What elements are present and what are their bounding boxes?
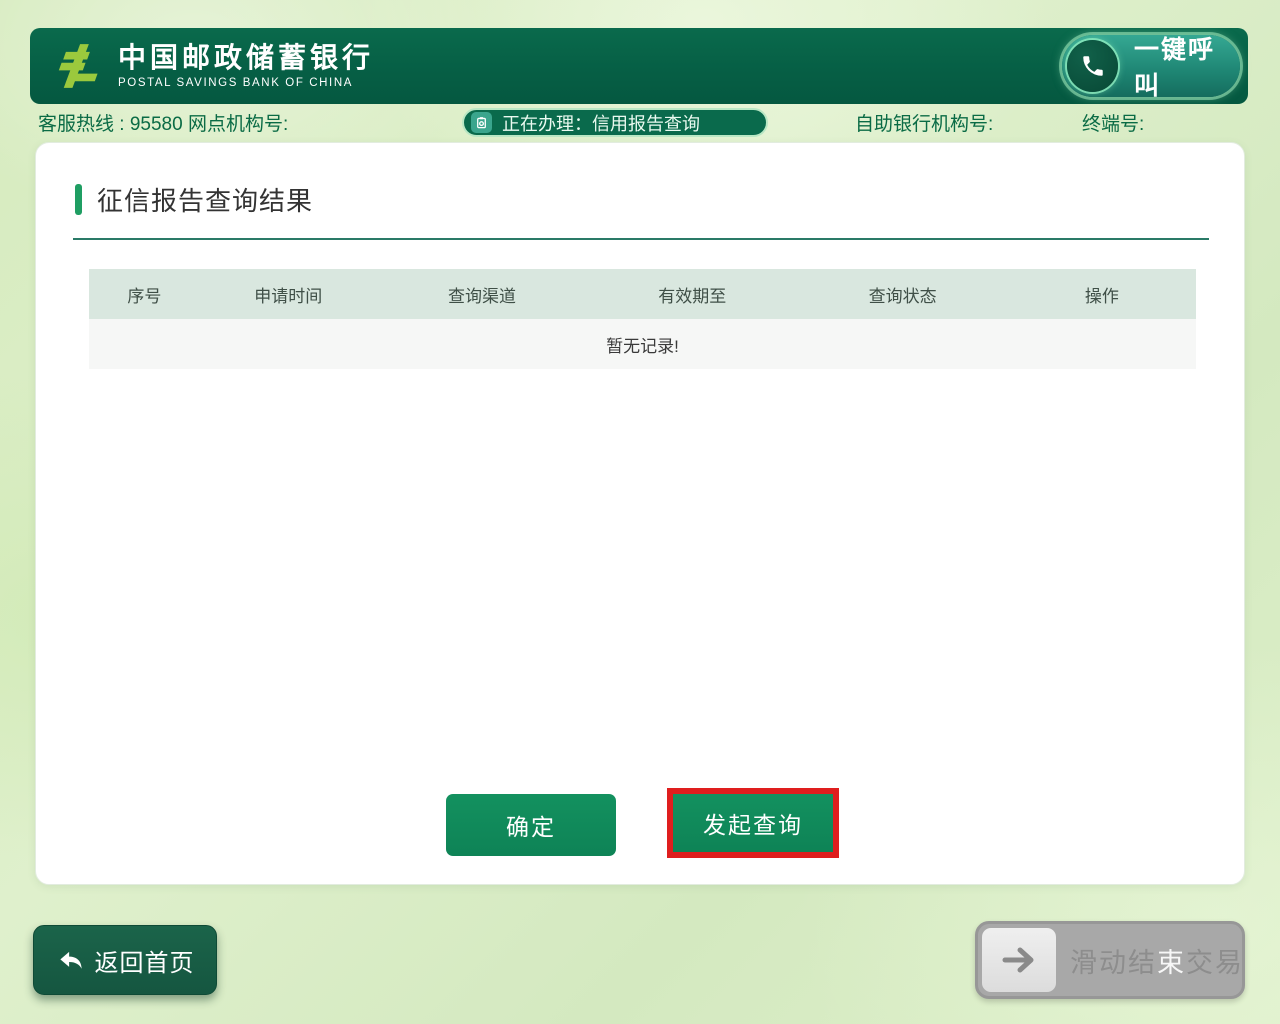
table-empty-row: 暂无记录! bbox=[89, 319, 1196, 369]
phone-icon bbox=[1067, 40, 1118, 92]
self-bank-org-label: 自助银行机构号: bbox=[855, 109, 993, 136]
col-header-status: 查询状态 bbox=[797, 282, 1007, 307]
bank-name-en: POSTAL SAVINGS BANK OF CHINA bbox=[118, 77, 374, 89]
col-header-apply-time: 申请时间 bbox=[200, 282, 377, 307]
right-arrow-icon bbox=[999, 943, 1039, 977]
col-header-channel: 查询渠道 bbox=[377, 282, 587, 307]
back-home-button[interactable]: 返回首页 bbox=[33, 925, 217, 995]
china-post-emblem-icon bbox=[52, 42, 106, 90]
one-key-call-button[interactable]: 一键呼叫 bbox=[1062, 35, 1240, 97]
processing-value: 信用报告查询 bbox=[592, 110, 700, 136]
screen: 中国邮政储蓄银行 POSTAL SAVINGS BANK OF CHINA 一键… bbox=[0, 0, 1280, 1024]
slider-label-prefix: 滑动结 bbox=[1070, 948, 1157, 978]
hotline-and-branch-label: 客服热线 : 95580 网点机构号: bbox=[38, 109, 288, 136]
slider-label-highlight: 束 bbox=[1157, 948, 1186, 978]
reply-arrow-icon bbox=[56, 945, 86, 975]
processing-label: 正在办理： bbox=[502, 110, 592, 136]
initiate-query-highlight-box: 发起查询 bbox=[667, 788, 839, 858]
bank-logo: 中国邮政储蓄银行 POSTAL SAVINGS BANK OF CHINA bbox=[52, 42, 374, 90]
bank-name-cn: 中国邮政储蓄银行 bbox=[118, 43, 374, 74]
slider-label-suffix: 交易 bbox=[1186, 948, 1244, 978]
top-header-bar: 中国邮政储蓄银行 POSTAL SAVINGS BANK OF CHINA 一键… bbox=[30, 28, 1248, 104]
clipboard-icon bbox=[471, 112, 492, 133]
empty-records-text: 暂无记录! bbox=[606, 332, 679, 357]
title-divider bbox=[73, 238, 1209, 240]
page-title: 征信报告查询结果 bbox=[97, 181, 313, 218]
action-button-row: 确定 发起查询 bbox=[36, 788, 1244, 868]
title-accent-bar bbox=[75, 184, 82, 215]
info-bar: 客服热线 : 95580 网点机构号: 正在办理： 信用报告查询 自助银行机构号… bbox=[0, 106, 1280, 138]
col-header-operation: 操作 bbox=[1008, 282, 1196, 307]
terminal-id-label: 终端号: bbox=[1082, 109, 1144, 136]
initiate-query-button[interactable]: 发起查询 bbox=[673, 794, 833, 852]
slider-label: 滑动结束交易 bbox=[1070, 941, 1244, 980]
back-home-label: 返回首页 bbox=[95, 943, 195, 978]
result-panel: 征信报告查询结果 序号 申请时间 查询渠道 有效期至 查询状态 操作 暂无记录!… bbox=[35, 142, 1245, 885]
confirm-button[interactable]: 确定 bbox=[446, 794, 616, 856]
end-transaction-slider[interactable]: 滑动结束交易 bbox=[975, 921, 1245, 999]
query-result-table: 序号 申请时间 查询渠道 有效期至 查询状态 操作 暂无记录! bbox=[89, 269, 1196, 369]
table-header-row: 序号 申请时间 查询渠道 有效期至 查询状态 操作 bbox=[89, 269, 1196, 319]
col-header-valid-until: 有效期至 bbox=[587, 282, 797, 307]
col-header-seq: 序号 bbox=[89, 282, 200, 307]
call-button-label: 一键呼叫 bbox=[1134, 30, 1240, 102]
processing-status-badge: 正在办理： 信用报告查询 bbox=[462, 108, 768, 137]
slider-handle[interactable] bbox=[982, 928, 1056, 992]
